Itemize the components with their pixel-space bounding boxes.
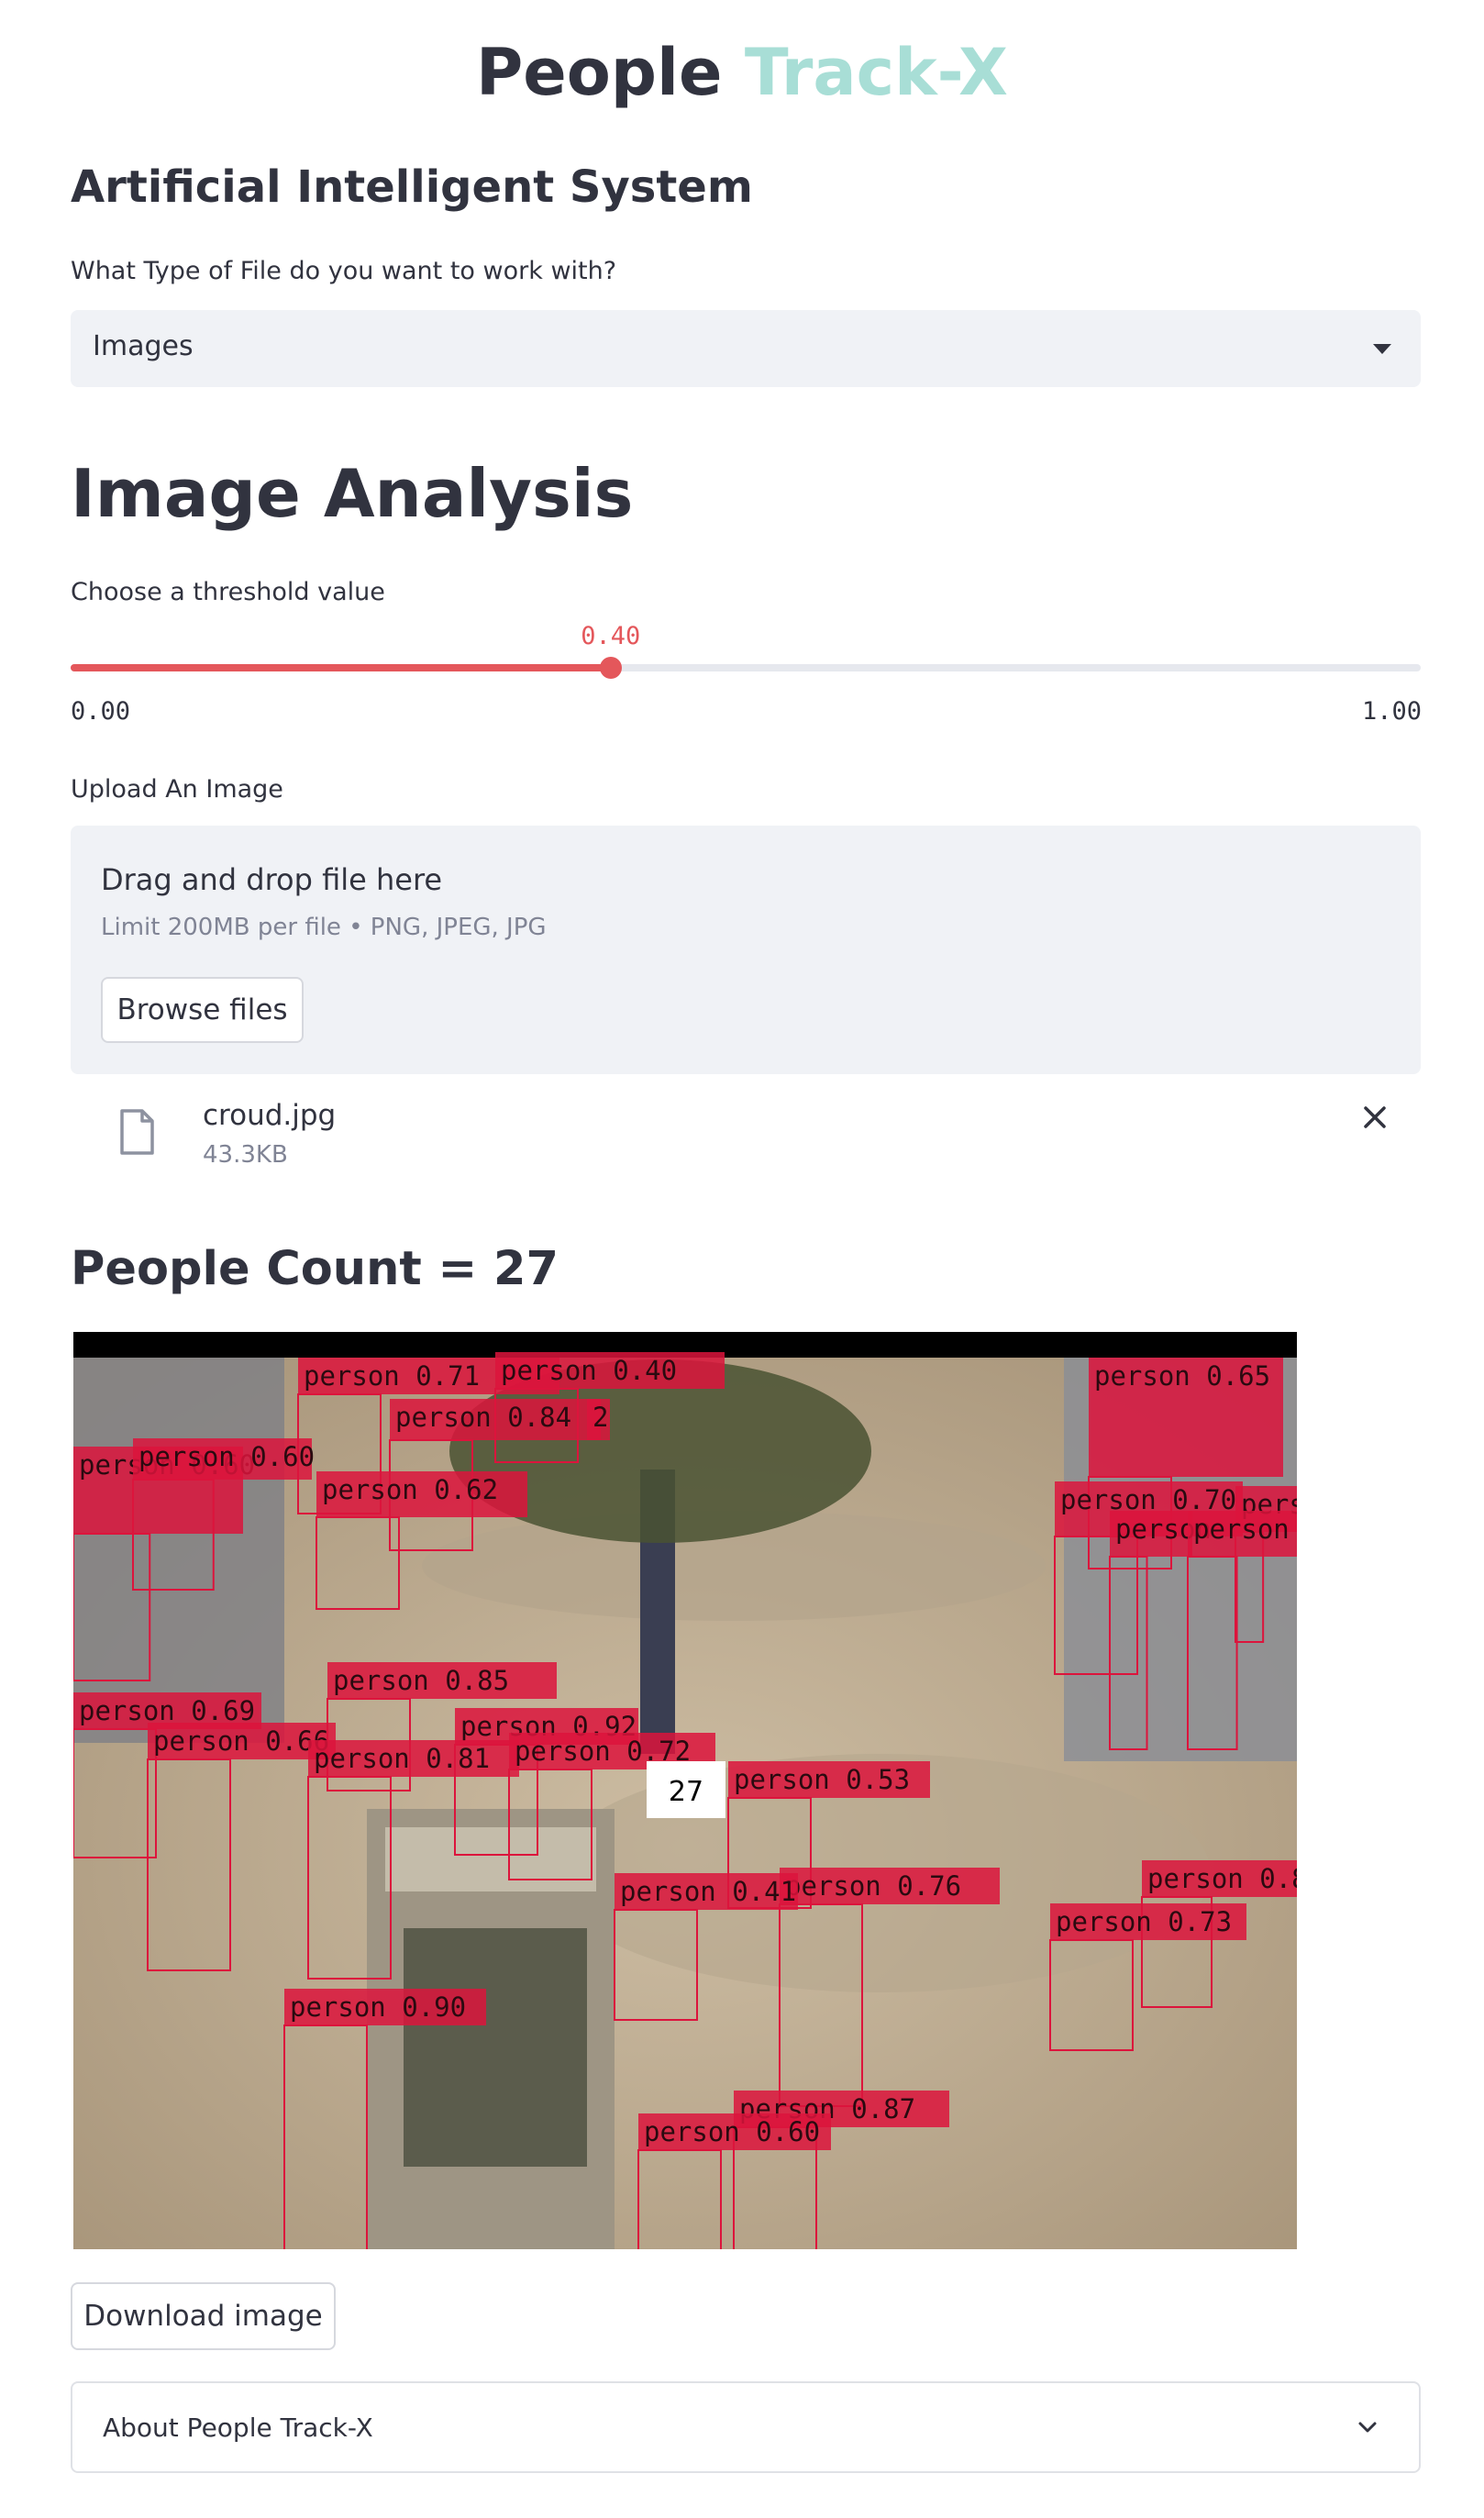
detection-label: person 0.66 [153,1725,329,1757]
app-title-main: People [475,35,723,110]
detection-label: person 0.85 [333,1665,509,1696]
file-type-label: What Type of File do you want to work wi… [71,257,617,285]
detection-label: person 0.71 [304,1360,480,1392]
file-type-select-value: Images [93,330,194,362]
slider-value-label: 0.40 [581,622,641,650]
slider-min-label: 0.00 [71,697,131,726]
file-name: croud.jpg [203,1099,337,1132]
page-title: Image Analysis [71,455,634,532]
dropzone-limits: Limit 200MB per file • PNG, JPEG, JPG [101,914,547,941]
about-expander[interactable]: About People Track-X [71,2381,1421,2473]
subheader: Artificial Intelligent System [71,161,753,213]
detection-label: 2 [592,1402,608,1433]
detection-label: person 0.40 [501,1355,677,1386]
file-size: 43.3KB [203,1141,288,1169]
uploaded-file-item: croud.jpg 43.3KB [71,1088,1421,1180]
app-title-accent: Track-X [744,35,1008,110]
kiosk-display [404,1928,587,2167]
detection-box: 2 [587,1399,610,1440]
browse-files-button[interactable]: Browse files [101,977,304,1043]
detection-label: person 0.60 [644,2116,820,2147]
detection-label: person 0.81 [314,1743,490,1774]
detection-label: person 0.69 [79,1695,255,1726]
detection-label: person 0.62 [322,1474,498,1505]
chevron-down-icon [1358,2422,1377,2433]
detection-label: person 0.41 [620,1876,796,1907]
close-icon[interactable] [1357,1099,1393,1136]
count-badge-text: 27 [669,1776,703,1808]
app-title: People Track-X [0,35,1484,110]
dropzone-title: Drag and drop file here [101,862,443,897]
detection-label: person 0.90 [290,1991,466,2023]
download-image-button[interactable]: Download image [71,2282,336,2350]
detection-label: person [1193,1514,1290,1545]
detection-label: person 0.76 [785,1870,961,1902]
file-type-select[interactable]: Images [71,310,1421,387]
detection-label: person 0.8 [1147,1863,1297,1894]
people-count-heading: People Count = 27 [71,1242,559,1296]
detection-label: person 0.65 [1094,1360,1270,1392]
detection-result-image: person 0.71 person 0.40 person 0.65 person … [73,1332,1297,2249]
detection-label: person 0.60 [138,1441,315,1472]
detection-label: person 0.53 [734,1764,910,1795]
detection-label: person 0.70 [1060,1484,1236,1515]
threshold-slider-handle[interactable] [599,657,622,679]
upload-label: Upload An Image [71,775,283,804]
file-icon [120,1109,154,1155]
about-expander-label: About People Track-X [103,2413,373,2443]
slider-max-label: 1.00 [1361,697,1422,726]
detection-label: person 0.84 [395,1402,571,1433]
threshold-label: Choose a threshold value [71,578,385,606]
threshold-slider-fill [71,664,611,671]
file-dropzone[interactable]: Drag and drop file here Limit 200MB per … [71,826,1421,1074]
result-image-canvas: person 0.71 person 0.40 person 0.65 person … [73,1332,1297,2249]
count-badge: 27 [647,1761,725,1818]
detection-label: person 0.73 [1056,1906,1232,1937]
kiosk-top [385,1827,596,1891]
caret-down-icon [1373,344,1391,354]
threshold-slider-track[interactable] [71,657,1421,679]
left-storefront [73,1358,284,1743]
